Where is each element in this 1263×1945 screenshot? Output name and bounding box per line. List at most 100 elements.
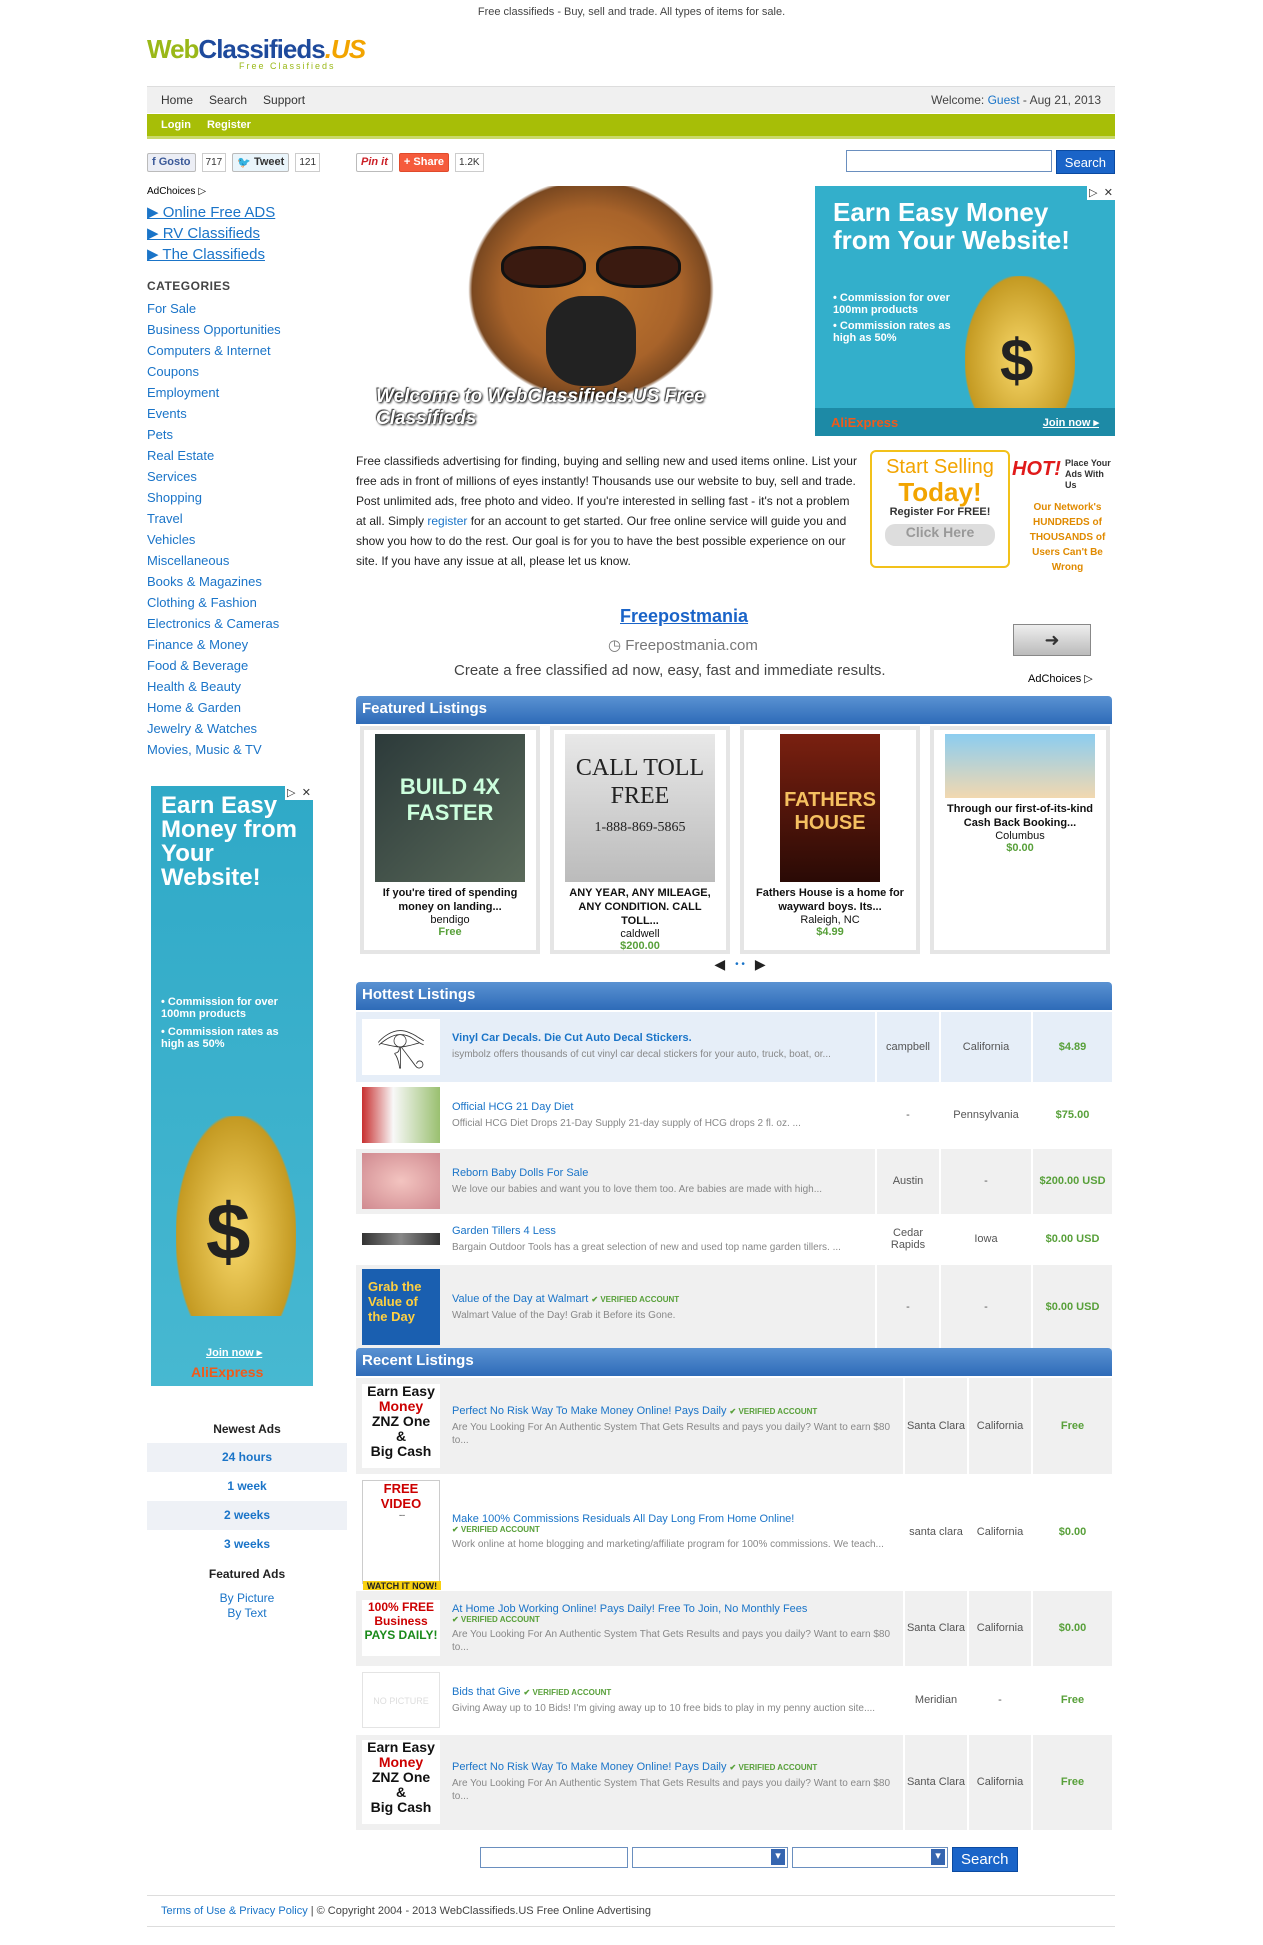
table-row[interactable]: Earn Easy Money ZNZ One & Big Cash Perfect N… <box>356 1734 1112 1831</box>
eye-of-horus-icon: 𓂀 <box>362 1018 440 1075</box>
listing-title[interactable]: Value of the Day at Walmart <box>452 1293 588 1305</box>
listing-title[interactable]: Bids that Give <box>452 1686 520 1698</box>
featured-card[interactable]: BUILD 4X FASTER If you're tired of spend… <box>360 726 540 954</box>
bottom-search-button[interactable]: Search <box>952 1847 1018 1872</box>
ad-close-icon[interactable]: ▷ ✕ <box>285 786 313 800</box>
listing-title[interactable]: At Home Job Working Online! Pays Daily! … <box>452 1603 807 1615</box>
category-link[interactable]: Coupons <box>147 364 347 385</box>
table-row[interactable]: 𓂀 Vinyl Car Decals. Die Cut Auto Decal S… <box>356 1012 1112 1083</box>
newest-24h-link[interactable]: 24 hours <box>147 1443 347 1472</box>
category-link[interactable]: Clothing & Fashion <box>147 595 347 616</box>
arrow-left-icon[interactable]: ◀ <box>714 956 725 973</box>
listing-price: $200.00 USD <box>1031 1148 1112 1215</box>
listing-city: santa clara <box>903 1474 968 1591</box>
listing-title[interactable]: Garden Tillers 4 Less <box>452 1225 869 1237</box>
sponsored-link[interactable]: ▶ Online Free ADS <box>147 203 347 221</box>
click-here-button[interactable]: Click Here <box>885 524 995 546</box>
newest-3w-link[interactable]: 3 weeks <box>147 1530 347 1559</box>
featured-price: $200.00 <box>620 940 660 952</box>
ad-join-link[interactable]: Join now ▸ <box>206 1346 262 1359</box>
category-link[interactable]: Services <box>147 469 347 490</box>
category-link[interactable]: Home & Garden <box>147 700 347 721</box>
newest-1w-link[interactable]: 1 week <box>147 1472 347 1501</box>
location-select[interactable] <box>792 1847 948 1868</box>
sidebar-ad-banner[interactable]: ▷ ✕ Earn Easy Money from Your Website! • … <box>151 786 313 1386</box>
category-link[interactable]: Events <box>147 406 347 427</box>
ad-join-link[interactable]: Join now ▸ <box>1043 416 1099 429</box>
featured-price: Free <box>438 926 462 938</box>
category-link[interactable]: Shopping <box>147 490 347 511</box>
sponsored-link[interactable]: ▶ RV Classifieds <box>147 224 347 242</box>
carousel-dots[interactable]: • • <box>735 959 745 970</box>
category-link[interactable]: Health & Beauty <box>147 679 347 700</box>
featured-card[interactable]: CALL TOLL FREE 1-888-869-5865 ANY YEAR, A… <box>550 726 730 954</box>
nav-search[interactable]: Search <box>209 93 247 107</box>
site-logo[interactable]: WebClassifieds.US Free Classifieds <box>147 34 366 74</box>
nav-support[interactable]: Support <box>263 93 305 107</box>
category-link[interactable]: Finance & Money <box>147 637 347 658</box>
table-row[interactable]: Garden Tillers 4 Less Bargain Outdoor Too… <box>356 1214 1112 1265</box>
arrow-right-icon[interactable]: ➜ <box>1013 624 1091 656</box>
category-link[interactable]: Books & Magazines <box>147 574 347 595</box>
table-row[interactable]: NO PICTURE Bids that Give ✔ VERIFIED ACC… <box>356 1666 1112 1735</box>
listing-title[interactable]: Make 100% Commissions Residuals All Day … <box>452 1513 794 1525</box>
adchoices-label[interactable]: AdChoices ▷ <box>1028 672 1093 685</box>
listing-title[interactable]: Perfect No Risk Way To Make Money Online… <box>452 1405 726 1417</box>
table-row[interactable]: Grab the Value of the Day Value of the D… <box>356 1264 1112 1351</box>
text-ad-url[interactable]: ◷ Freepostmania.com <box>608 636 758 654</box>
bottom-search-input[interactable] <box>480 1847 628 1868</box>
category-link[interactable]: Movies, Music & TV <box>147 742 347 763</box>
search-input[interactable] <box>845 150 1052 172</box>
listing-state: California <box>967 1590 1032 1667</box>
text-ad-title[interactable]: Freepostmania <box>620 606 748 627</box>
table-row[interactable]: FREE VIDEO... WATCH IT NOW! Make 100% Com… <box>356 1474 1112 1637</box>
category-link[interactable]: Employment <box>147 385 347 406</box>
table-row[interactable]: Earn Easy Money ZNZ One & Big Cash Perfect N… <box>356 1378 1112 1475</box>
newest-2w-link[interactable]: 2 weeks <box>147 1501 347 1530</box>
table-row[interactable]: 100% FREE Business PAYS DAILY! At Home Job… <box>356 1590 1112 1667</box>
ad-close-icon[interactable]: ▷ ✕ <box>1087 186 1115 200</box>
category-link[interactable]: Travel <box>147 511 347 532</box>
terms-privacy-link[interactable]: Terms of Use & Privacy Policy <box>161 1905 308 1917</box>
table-row[interactable]: Reborn Baby Dolls For Sale We love our ba… <box>356 1148 1112 1215</box>
category-select[interactable] <box>632 1847 788 1868</box>
register-link[interactable]: Register <box>207 119 251 131</box>
start-selling-banner[interactable]: Start Selling Today! Register For FREE! … <box>870 450 1115 573</box>
nav-home[interactable]: Home <box>161 93 193 107</box>
by-picture-link[interactable]: By Picture <box>147 1591 347 1606</box>
category-link[interactable]: For Sale <box>147 301 347 322</box>
guest-link[interactable]: Guest <box>988 93 1020 107</box>
category-link[interactable]: Pets <box>147 427 347 448</box>
category-link[interactable]: Electronics & Cameras <box>147 616 347 637</box>
category-link[interactable]: Real Estate <box>147 448 347 469</box>
category-link[interactable]: Miscellaneous <box>147 553 347 574</box>
pinterest-button[interactable]: Pin it <box>356 152 393 172</box>
tweet-button[interactable]: 🐦 Tweet <box>232 152 290 172</box>
register-inline-link[interactable]: register <box>427 514 467 528</box>
facebook-like-button[interactable]: f Gosto <box>147 152 196 172</box>
login-link[interactable]: Login <box>161 119 191 131</box>
listing-title[interactable]: Vinyl Car Decals. Die Cut Auto Decal Sti… <box>452 1032 869 1044</box>
sponsored-link[interactable]: ▶ The Classifieds <box>147 245 347 263</box>
hot-badge: HOT! <box>1012 458 1061 480</box>
category-link[interactable]: Computers & Internet <box>147 343 347 364</box>
arrow-right-icon[interactable]: ▶ <box>755 956 766 973</box>
adchoices-label[interactable]: AdChoices ▷ <box>147 186 347 197</box>
right-ad-banner[interactable]: ▷ ✕ Earn Easy Money from Your Website! • … <box>815 186 1115 436</box>
featured-card[interactable]: Through our first-of-its-kind Cash Back … <box>930 726 1110 954</box>
share-button[interactable]: + Share <box>398 152 449 172</box>
category-link[interactable]: Jewelry & Watches <box>147 721 347 742</box>
search-button[interactable]: Search <box>1055 150 1115 174</box>
table-row[interactable]: Official HCG 21 Day Diet Official HCG Die… <box>356 1082 1112 1149</box>
listing-state: California <box>967 1378 1032 1475</box>
category-link[interactable]: Food & Beverage <box>147 658 347 679</box>
category-link[interactable]: Business Opportunities <box>147 322 347 343</box>
category-link[interactable]: Vehicles <box>147 532 347 553</box>
listing-title[interactable]: Perfect No Risk Way To Make Money Online… <box>452 1761 726 1773</box>
listing-title[interactable]: Official HCG 21 Day Diet <box>452 1101 869 1113</box>
featured-card[interactable]: FATHERS HOUSE Fathers House is a home fo… <box>740 726 920 954</box>
listing-image: Earn Easy Money ZNZ One & Big Cash <box>362 1740 440 1824</box>
listing-city: campbell <box>875 1012 940 1083</box>
listing-title[interactable]: Reborn Baby Dolls For Sale <box>452 1167 869 1179</box>
by-text-link[interactable]: By Text <box>147 1606 347 1621</box>
